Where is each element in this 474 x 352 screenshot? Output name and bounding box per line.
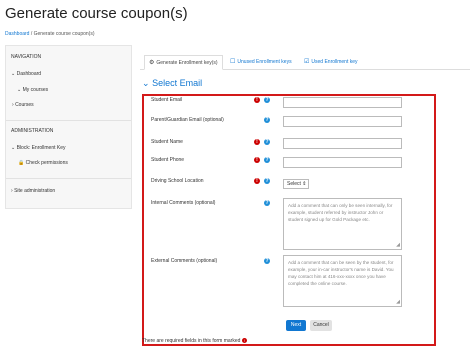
student-phone-input[interactable] <box>283 157 402 168</box>
sidebar: NAVIGATION ⌄ Dashboard ⌄ My courses › Co… <box>5 45 132 209</box>
sidebar-item-block-enrollment-key[interactable]: ⌄ Block: Enrollment Key <box>11 145 66 151</box>
section-title-label: Select Email <box>152 78 203 88</box>
internal-comments-textarea[interactable]: Add a comment that can only be seen inte… <box>283 198 402 250</box>
required-note: There are required fields in this form m… <box>142 338 247 344</box>
page-title: Generate course coupon(s) <box>5 5 188 22</box>
student-name-input[interactable] <box>283 138 402 149</box>
resize-grip-icon[interactable]: ◢ <box>396 299 400 306</box>
sidebar-item-label: Check permissions <box>25 160 68 166</box>
breadcrumb-separator: / <box>30 31 33 37</box>
required-icon: ! <box>254 97 260 103</box>
student-phone-label: Student Phone <box>151 157 185 163</box>
location-label: Driving School Location <box>151 178 204 184</box>
tab-label: Unused Enrollment keys <box>237 58 292 65</box>
sidebar-item-site-administration[interactable]: › Site administration <box>11 188 55 194</box>
required-note-text: There are required fields in this form m… <box>142 338 241 344</box>
internal-comments-placeholder: Add a comment that can only be seen inte… <box>288 203 393 222</box>
internal-comments-label: Internal Comments (optional) <box>151 200 216 206</box>
tab-bar: ⚙ Generate Enrollment key(s) ☐ Unused En… <box>140 55 470 70</box>
guardian-email-input[interactable] <box>283 116 402 127</box>
chevron-down-icon: ⇕ <box>302 181 307 187</box>
gear-icon: ⚙ <box>149 60 155 66</box>
main-content: ⚙ Generate Enrollment key(s) ☐ Unused En… <box>136 45 474 352</box>
help-icon[interactable]: ? <box>264 157 270 163</box>
chevron-down-icon: ⌄ <box>11 145 16 151</box>
help-icon[interactable]: ? <box>264 117 270 123</box>
tab-used-enrollment-key[interactable]: ☑ Used Enrollment key <box>300 55 362 68</box>
resize-grip-icon[interactable]: ◢ <box>396 242 400 249</box>
help-icon[interactable]: ? <box>264 139 270 145</box>
help-icon[interactable]: ? <box>264 178 270 184</box>
email-form: Student Email ! ? Parent/Guardian Email … <box>142 94 436 346</box>
help-icon[interactable]: ? <box>264 97 270 103</box>
required-icon: ! <box>254 157 260 163</box>
breadcrumb-current: Generate course coupon(s) <box>33 31 95 37</box>
student-name-label: Student Name <box>151 139 183 145</box>
sidebar-divider <box>6 178 131 179</box>
sidebar-item-label: Courses <box>15 102 34 108</box>
cancel-button[interactable]: Cancel <box>310 320 332 331</box>
student-email-label: Student Email <box>151 97 183 103</box>
administration-heading: ADMINISTRATION <box>11 128 54 134</box>
next-button[interactable]: Next <box>286 320 306 331</box>
checkbox-checked-icon: ☑ <box>304 59 310 65</box>
chevron-down-icon: ⌄ <box>142 78 150 88</box>
sidebar-item-label: My courses <box>22 87 49 93</box>
tab-label: Used Enrollment key <box>311 58 358 65</box>
breadcrumb: Dashboard / Generate course coupon(s) <box>5 31 95 37</box>
tab-label: Generate Enrollment key(s) <box>156 59 218 66</box>
sidebar-item-label: Block: Enrollment Key <box>16 145 66 151</box>
required-icon: ! <box>241 338 247 344</box>
tab-unused-enrollment-keys[interactable]: ☐ Unused Enrollment keys <box>226 55 296 68</box>
navigation-heading: NAVIGATION <box>11 54 42 60</box>
chevron-right-icon: › <box>12 102 14 108</box>
student-email-input[interactable] <box>283 97 402 108</box>
required-icon: ! <box>254 178 260 184</box>
chevron-down-icon: ⌄ <box>17 87 22 93</box>
external-comments-textarea[interactable]: Add a comment that can be seen by the st… <box>283 255 402 307</box>
sidebar-item-label: Site administration <box>14 188 56 194</box>
external-comments-label: External Comments (optional) <box>151 258 218 264</box>
chevron-right-icon: › <box>11 188 13 194</box>
guardian-email-label: Parent/Guardian Email (optional) <box>151 117 224 123</box>
section-title[interactable]: ⌄ Select Email <box>142 78 202 89</box>
sidebar-item-check-permissions[interactable]: 🔒 Check permissions <box>18 160 68 166</box>
tab-generate-enrollment-keys[interactable]: ⚙ Generate Enrollment key(s) <box>144 55 223 70</box>
lock-icon: 🔒 <box>18 160 25 166</box>
help-icon[interactable]: ? <box>264 200 270 206</box>
required-icon: ! <box>254 139 260 145</box>
help-icon[interactable]: ? <box>264 258 270 264</box>
breadcrumb-home-link[interactable]: Dashboard <box>5 31 29 37</box>
sidebar-item-courses[interactable]: › Courses <box>12 102 34 108</box>
sidebar-divider <box>6 120 131 121</box>
location-select-value: Select <box>287 181 301 187</box>
sidebar-item-dashboard[interactable]: ⌄ Dashboard <box>11 71 41 77</box>
location-select[interactable]: Select ⇕ <box>283 179 309 189</box>
chevron-down-icon: ⌄ <box>11 71 16 77</box>
sidebar-item-my-courses[interactable]: ⌄ My courses <box>17 87 48 93</box>
checkbox-icon: ☐ <box>230 59 236 65</box>
sidebar-item-label: Dashboard <box>16 71 42 77</box>
external-comments-placeholder: Add a comment that can be seen by the st… <box>288 260 394 286</box>
